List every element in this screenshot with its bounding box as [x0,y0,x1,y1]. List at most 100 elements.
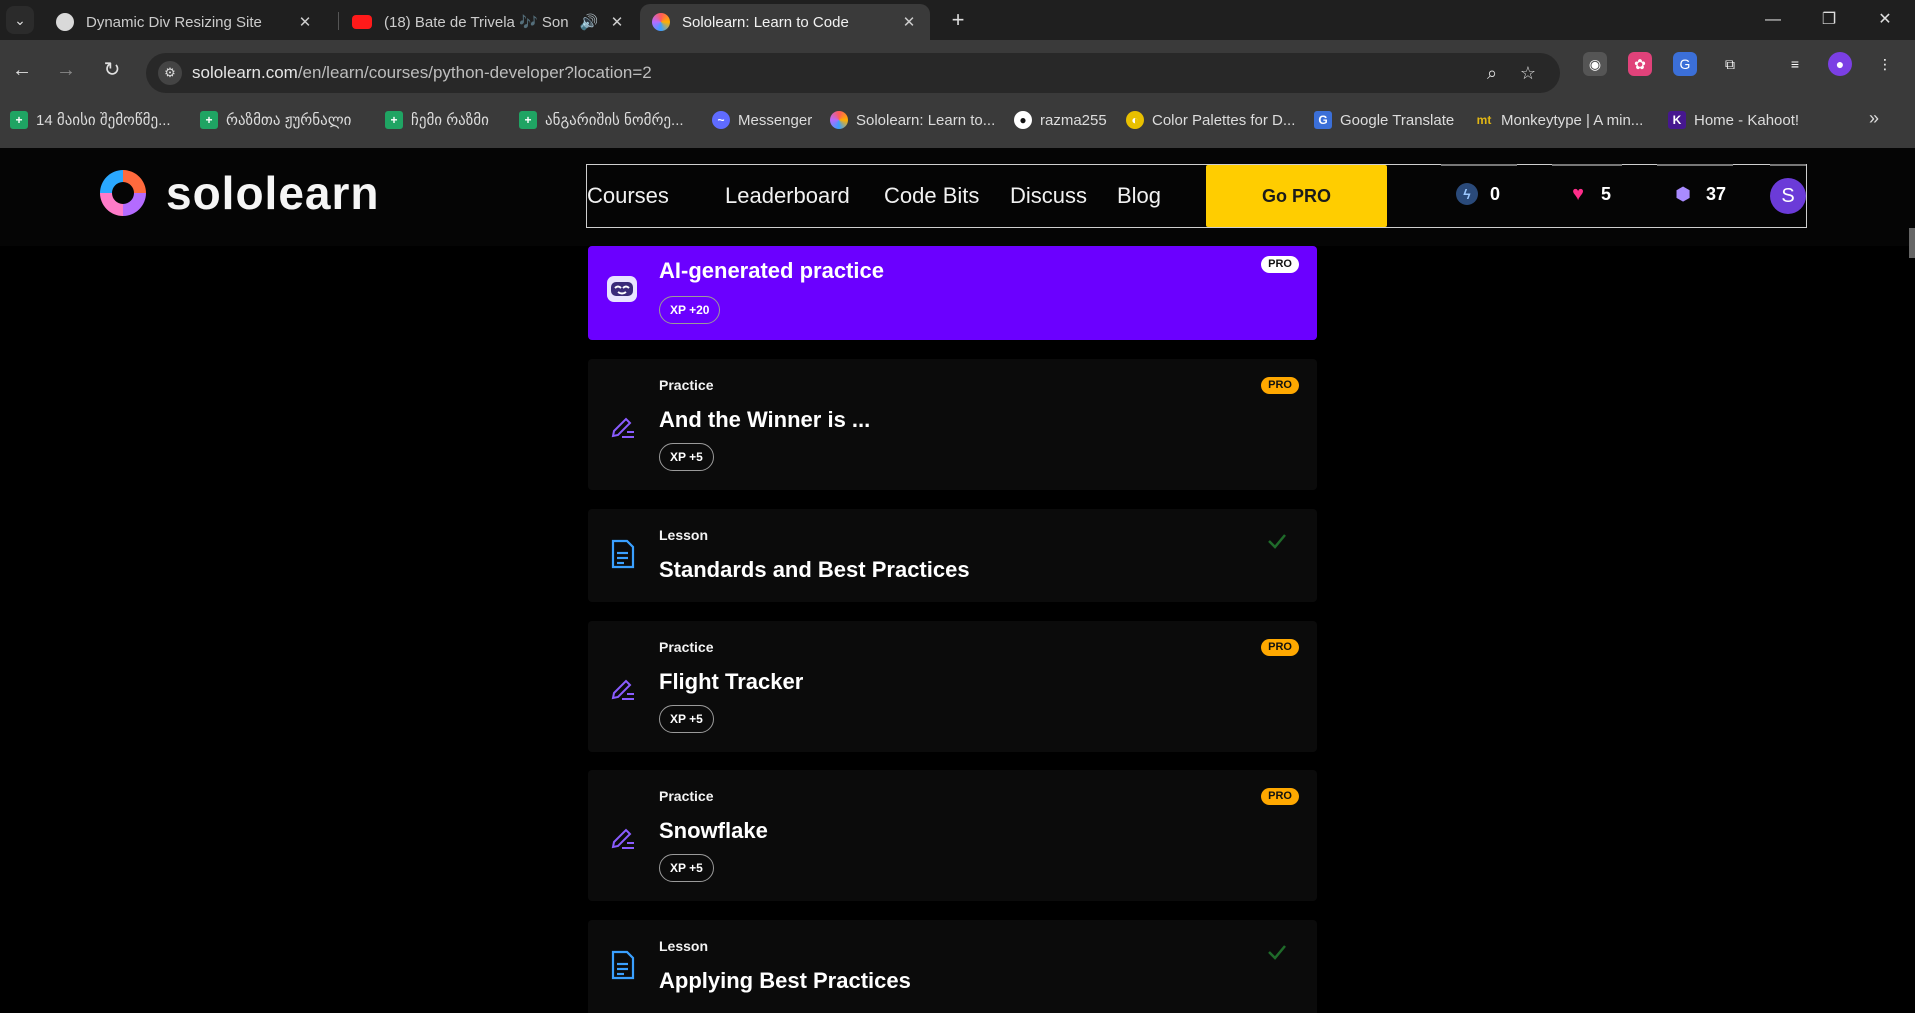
hearts-value: 5 [1601,183,1612,204]
bookmark-item[interactable]: + ჩემი რაზმი [385,110,489,130]
bookmark-item[interactable]: ~ Messenger [712,110,812,130]
course-item-ai-practice[interactable]: AI-generated practice XP +20 PRO [588,246,1317,340]
monkeytype-icon: mt [1476,113,1492,127]
minimize-button[interactable]: — [1758,6,1788,34]
bookmark-label: Color Palettes for D... [1152,111,1296,129]
stat-divider [1552,164,1622,166]
audio-playing-icon[interactable]: 🔊 [578,13,600,31]
back-button[interactable]: ← [8,56,36,84]
pro-badge: PRO [1261,377,1299,394]
streak-value: 0 [1490,183,1501,204]
course-item-practice[interactable]: Practice Flight Tracker XP +5 PRO [588,621,1317,752]
nav-discuss[interactable]: Discuss [1010,183,1087,209]
xp-badge: XP +5 [659,443,714,471]
bookmark-item[interactable]: + რაზმთა ჟურნალი [200,110,351,130]
streak-counter[interactable]: ϟ 0 [1456,183,1500,205]
extensions-puzzle-icon[interactable]: ⧉ [1718,52,1742,76]
site-header: sololearn Courses Leaderboard Code Bits … [0,148,1915,246]
item-kind: Lesson [659,527,709,543]
tab-dynamic-div[interactable]: Dynamic Div Resizing Site ✕ [44,4,326,40]
tab-separator [338,12,339,30]
item-title: And the Winner is ... [659,407,871,432]
profile-avatar-icon[interactable]: ● [1828,52,1852,76]
media-control-icon[interactable]: ≡ [1783,52,1807,76]
item-title: Flight Tracker [659,669,804,694]
bookmark-item[interactable]: ● razma255 [1014,110,1107,130]
close-tab-icon[interactable]: ✕ [296,13,314,31]
tab-title: (18) Bate de Trivela 🎶 Son [384,14,569,31]
bookmark-item[interactable]: K Home - Kahoot! [1668,110,1799,130]
bookmark-item[interactable]: Sololearn: Learn to... [830,110,995,130]
tab-youtube[interactable]: (18) Bate de Trivela 🎶 Son 🔊 ✕ [340,4,638,40]
reload-button[interactable]: ↻ [98,56,126,84]
tab-sololearn[interactable]: Sololearn: Learn to Code ✕ [640,4,930,40]
extension-translate-icon[interactable]: G [1673,52,1697,76]
nav-courses[interactable]: Courses [587,183,669,209]
lesson-document-icon [611,950,635,980]
xp-badge: XP +5 [659,705,714,733]
nav-blog[interactable]: Blog [1117,183,1161,209]
sololearn-icon [830,111,848,129]
pencil-edit-icon [611,417,634,438]
pro-badge: PRO [1261,256,1299,273]
bookmark-label: Sololearn: Learn to... [856,111,996,129]
bookmark-item[interactable]: + ანგარიშის ნომრე... [519,110,684,130]
palette-icon: ◐ [1126,111,1144,129]
bookmark-label: ჩემი რაზმი [411,112,489,129]
url-host: sololearn.com [192,63,298,82]
sheets-icon: + [200,111,218,129]
youtube-icon [352,15,372,29]
tab-search-dropdown-icon[interactable]: ⌄ [6,6,34,34]
go-pro-button[interactable]: Go PRO [1206,165,1387,227]
bookmark-label: 14 მაისი შემოწმე... [36,112,171,129]
user-avatar[interactable]: S [1770,178,1806,214]
bookmark-item[interactable]: +14 მაისი შემოწმე... [10,110,171,130]
stat-divider [1657,164,1733,166]
site-info-icon[interactable]: ⚙ [158,61,182,85]
pencil-edit-icon [611,679,634,700]
course-item-lesson[interactable]: Lesson Applying Best Practices [588,920,1317,1013]
bookmark-item[interactable]: G Google Translate [1314,110,1454,130]
browser-tab-bar: ⌄ Dynamic Div Resizing Site ✕ (18) Bate … [0,0,1915,40]
address-bar[interactable]: ⚙ sololearn.com/en/learn/courses/python-… [146,53,1560,93]
github-icon: ● [1014,111,1032,129]
url-text[interactable]: sololearn.com/en/learn/courses/python-de… [192,63,652,83]
hearts-counter[interactable]: ♥ 5 [1567,183,1611,205]
bookmarks-bar: +14 მაისი შემოწმე... + რაზმთა ჟურნალი + ჩე… [0,104,1915,136]
extension-spy-icon[interactable]: ◉ [1583,52,1607,76]
nav-code-bits[interactable]: Code Bits [884,183,979,209]
close-tab-icon[interactable]: ✕ [900,13,918,31]
bookmark-label: Home - Kahoot! [1694,111,1800,129]
robot-icon [607,276,637,302]
page-scrollbar[interactable] [1909,228,1915,258]
close-tab-icon[interactable]: ✕ [608,13,626,31]
tab-title: Dynamic Div Resizing Site [86,13,262,31]
item-title: AI-generated practice [659,258,884,283]
course-item-practice[interactable]: Practice And the Winner is ... XP +5 PRO [588,359,1317,490]
url-path: /en/learn/courses/python-developer?locat… [297,63,652,82]
sololearn-logo-icon [100,170,146,216]
bookmark-label: razma255 [1040,111,1107,129]
bookmarks-overflow-icon[interactable]: » [1869,108,1879,129]
course-item-lesson[interactable]: Lesson Standards and Best Practices [588,509,1317,602]
sololearn-logo[interactable]: sololearn [96,166,380,220]
item-title: Applying Best Practices [659,968,911,993]
bookmark-item[interactable]: ◐ Color Palettes for D... [1126,110,1295,130]
bookmark-star-icon[interactable]: ☆ [1516,61,1540,85]
openai-icon [56,13,74,31]
new-tab-button[interactable]: + [944,6,972,34]
translate-icon: G [1314,111,1332,129]
course-item-practice[interactable]: Practice Snowflake XP +5 PRO [588,770,1317,901]
cube-icon: ⬢ [1675,184,1691,204]
bits-counter[interactable]: ⬢ 37 [1672,183,1726,205]
zoom-icon[interactable]: ⌕ [1480,61,1504,85]
bookmark-label: Google Translate [1340,111,1455,129]
nav-leaderboard[interactable]: Leaderboard [725,183,850,209]
bookmark-item[interactable]: mt Monkeytype | A min... [1475,110,1644,130]
forward-button[interactable]: → [52,56,80,84]
close-window-button[interactable]: ✕ [1870,6,1900,34]
extension-flower-icon[interactable]: ✿ [1628,52,1652,76]
browser-menu-icon[interactable]: ⋮ [1873,52,1897,76]
restore-button[interactable]: ❐ [1814,6,1844,34]
messenger-icon: ~ [712,111,730,129]
